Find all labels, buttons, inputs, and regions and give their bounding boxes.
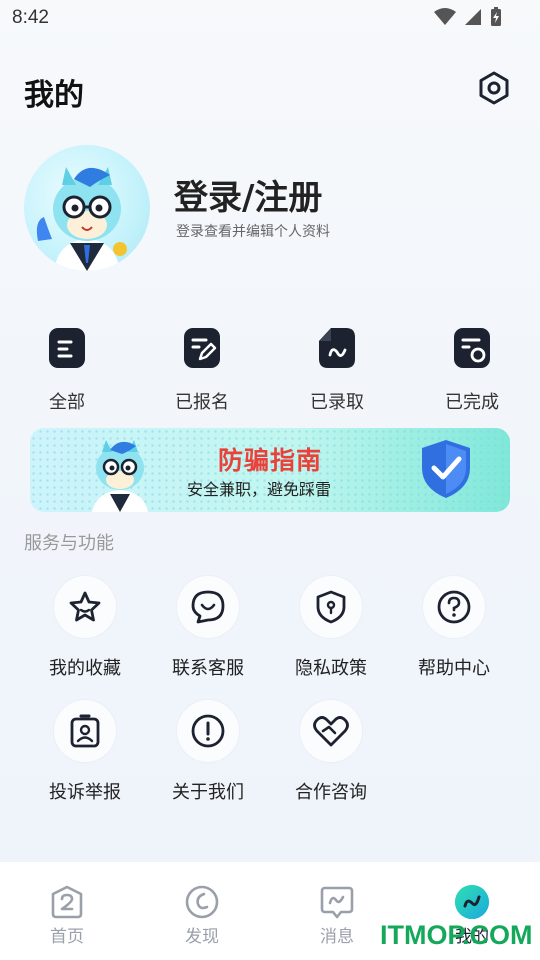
banner-title: 防骗指南 xyxy=(218,446,323,475)
status-icons xyxy=(434,7,502,27)
order-label: 已录取 xyxy=(310,392,364,413)
tab-home[interactable]: 首页 xyxy=(17,884,117,947)
services-section-title: 服务与功能 xyxy=(24,533,114,554)
badge-icon xyxy=(54,700,116,762)
home-icon xyxy=(49,884,85,920)
completed-document-icon xyxy=(454,328,490,368)
service-privacy-policy[interactable]: 隐私政策 xyxy=(271,576,391,680)
service-label: 合作咨询 xyxy=(295,782,367,803)
tab-messages[interactable]: 消息 xyxy=(287,884,387,947)
wifi-icon xyxy=(434,8,456,25)
tab-label: 消息 xyxy=(320,927,354,947)
service-label: 帮助中心 xyxy=(418,658,490,679)
service-report[interactable]: 投诉举报 xyxy=(25,700,145,804)
service-customer-support[interactable]: 联系客服 xyxy=(148,576,268,680)
signal-icon xyxy=(465,9,481,25)
message-icon xyxy=(319,884,355,920)
chat-bubble-icon xyxy=(177,576,239,638)
service-label: 我的收藏 xyxy=(49,658,121,679)
order-all[interactable]: 全部 xyxy=(17,325,117,415)
order-label: 全部 xyxy=(49,392,85,413)
service-cooperation[interactable]: 合作咨询 xyxy=(271,700,391,804)
order-registered[interactable]: 已报名 xyxy=(152,325,252,415)
exclamation-icon xyxy=(177,700,239,762)
service-label: 隐私政策 xyxy=(295,658,367,679)
order-status-row: 全部 已报名 已录取 已完成 xyxy=(0,325,540,415)
service-favorites[interactable]: 我的收藏 xyxy=(25,576,145,680)
watermark: ITMOP.COM xyxy=(380,920,533,950)
clipboard-icon xyxy=(49,328,85,368)
order-completed[interactable]: 已完成 xyxy=(422,325,522,415)
discover-icon xyxy=(184,884,220,920)
folded-document-icon xyxy=(319,328,355,368)
mascot-icon xyxy=(92,440,148,512)
tab-discover[interactable]: 发现 xyxy=(152,884,252,947)
status-time: 8:42 xyxy=(12,7,49,28)
handshake-heart-icon xyxy=(300,700,362,762)
edit-document-icon xyxy=(184,328,220,368)
shield-check-icon xyxy=(422,440,470,498)
order-admitted[interactable]: 已录取 xyxy=(287,325,387,415)
star-icon xyxy=(54,576,116,638)
shield-icon xyxy=(300,576,362,638)
login-register-link[interactable]: 登录/注册 xyxy=(174,170,322,219)
settings-button[interactable] xyxy=(474,68,514,108)
page-title: 我的 xyxy=(24,78,84,113)
order-label: 已报名 xyxy=(175,392,229,413)
mascot-avatar-icon xyxy=(36,167,127,271)
banner-subtitle: 安全兼职，避免踩雷 xyxy=(187,480,332,499)
service-help-center[interactable]: 帮助中心 xyxy=(394,576,514,680)
battery-icon xyxy=(491,7,501,26)
profile-icon xyxy=(454,884,490,920)
tab-label: 首页 xyxy=(50,927,84,947)
status-bar: 8:42 xyxy=(0,0,540,36)
login-subtitle: 登录查看并编辑个人资料 xyxy=(176,224,330,240)
service-label: 投诉举报 xyxy=(49,782,121,803)
anti-fraud-banner[interactable]: 防骗指南 安全兼职，避免踩雷 xyxy=(30,428,510,512)
order-label: 已完成 xyxy=(445,392,499,413)
service-label: 联系客服 xyxy=(172,658,244,679)
avatar[interactable] xyxy=(24,145,150,271)
tab-label: 发现 xyxy=(185,927,219,947)
service-about-us[interactable]: 关于我们 xyxy=(148,700,268,804)
question-icon xyxy=(423,576,485,638)
settings-icon xyxy=(479,71,509,105)
service-label: 关于我们 xyxy=(172,782,244,803)
